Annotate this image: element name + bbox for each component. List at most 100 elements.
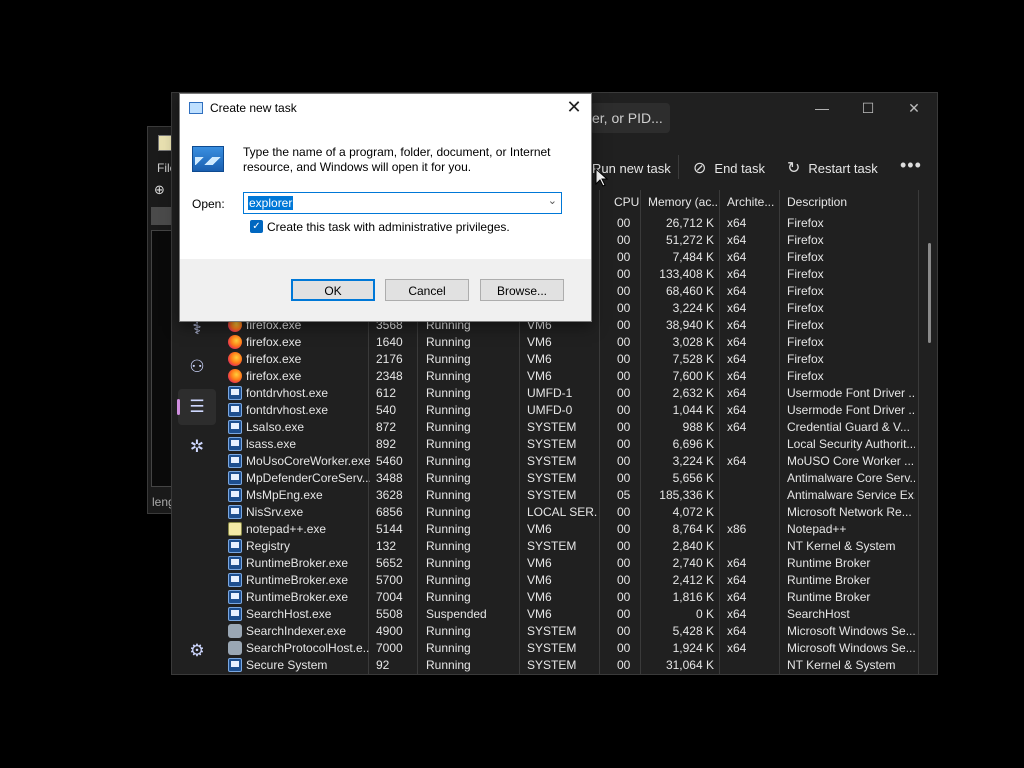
process-status: Suspended [426,607,487,621]
users-icon[interactable]: ⚇ [178,349,216,385]
process-name: MpDefenderCoreServ... [246,471,370,485]
process-memory: 133,408 K [659,267,714,281]
table-row[interactable]: MsMpEng.exe 3628 Running SYSTEM 05 185,336 K A… [216,486,936,503]
process-memory: 26,712 K [665,216,714,230]
table-row[interactable]: notepad++.exe 5144 Running VM6 00 8,764 K x86 N… [216,520,936,537]
process-name: Registry [246,539,291,553]
process-status: Running [426,522,471,536]
chevron-down-icon[interactable]: ⌄ [548,194,557,207]
process-description: Runtime Broker [787,556,871,570]
process-pid: 5508 [376,607,403,621]
app-icon [228,658,242,672]
process-description: Firefox [787,267,824,281]
process-description: Firefox [787,233,824,247]
process-name: lsass.exe [246,437,297,451]
ok-button[interactable]: OK [291,279,375,301]
process-memory: 2,840 K [672,539,714,553]
table-row[interactable]: fontdrvhost.exe 540 Running UMFD-0 00 1,044 K… [216,401,936,418]
table-row[interactable]: RuntimeBroker.exe 5700 Running VM6 00 2,412 K… [216,571,936,588]
table-row[interactable]: firefox.exe 1640 Running VM6 00 3,028 K x64 Fir… [216,333,936,350]
close-button[interactable]: ✕ [891,93,937,123]
open-combobox[interactable]: explorer ⌄ [243,192,562,214]
process-description: NT Kernel & System [787,539,896,553]
admin-privileges-label[interactable]: Create this task with administrative pri… [267,220,510,234]
process-description: Credential Guard & V... [787,420,910,434]
memory-column-header[interactable]: Memory (ac... [648,195,718,209]
settings-icon[interactable]: ⚙ [178,633,216,669]
process-name: firefox.exe [246,352,302,366]
process-architecture: x64 [727,301,747,315]
restart-task-button[interactable]: ↻ Restart task [787,153,878,183]
table-row[interactable]: NisSrv.exe 6856 Running LOCAL SER... 00 4,072… [216,503,936,520]
process-description: Firefox [787,250,824,264]
process-pid: 612 [376,386,397,400]
process-description: Antimalware Core Serv... [787,471,915,485]
process-description: Firefox [787,335,824,349]
process-description: Firefox [787,284,824,298]
app-icon [228,590,242,604]
process-cpu: 00 [617,335,631,349]
table-row[interactable]: firefox.exe 2176 Running VM6 00 7,528 K x64 Fir… [216,350,936,367]
process-pid: 540 [376,403,397,417]
firefox-icon [228,369,242,383]
toolbar-divider [678,155,679,179]
process-cpu: 00 [617,352,631,366]
table-row[interactable]: Registry 132 Running SYSTEM 00 2,840 K NT Kern… [216,537,936,554]
table-row[interactable]: MoUsoCoreWorker.exe 5460 Running SYSTEM 00 3,… [216,452,936,469]
app-icon [228,403,242,417]
process-memory: 51,272 K [665,233,714,247]
cancel-button[interactable]: Cancel [385,279,469,301]
maximize-button[interactable]: ☐ [845,93,891,123]
table-row[interactable]: SearchProtocolHost.e... 7000 Running SYSTEM… [216,639,936,656]
mouse-cursor-icon [595,168,609,187]
process-user: VM6 [527,590,552,604]
table-row[interactable]: Secure System 92 Running SYSTEM 00 31,064 K NT… [216,656,936,673]
table-row[interactable]: SearchIndexer.exe 4900 Running SYSTEM 00 5,42… [216,622,936,639]
process-description: Microsoft Windows Se... [787,624,915,638]
app-icon [228,573,242,587]
table-row[interactable]: RuntimeBroker.exe 7004 Running VM6 00 1,816 K… [216,588,936,605]
process-architecture: x64 [727,607,747,621]
table-row[interactable]: MpDefenderCoreServ... 3488 Running SYSTEM 00… [216,469,936,486]
architecture-column-header[interactable]: Archite... [727,195,779,209]
process-pid: 5144 [376,522,403,536]
process-user: SYSTEM [527,420,577,434]
services-icon[interactable]: ✲ [178,429,216,465]
process-pid: 6856 [376,505,403,519]
process-memory: 3,028 K [672,335,714,349]
create-new-task-dialog[interactable]: Create new task ✕ Type the name of a pro… [179,93,592,322]
process-cpu: 00 [617,250,631,264]
process-memory: 8,764 K [672,522,714,536]
search-box[interactable]: er, or PID... [590,103,670,133]
table-row[interactable]: lsass.exe 892 Running SYSTEM 00 6,696 K Local … [216,435,936,452]
table-row[interactable]: LsaIso.exe 872 Running SYSTEM 00 988 K x64 Cred… [216,418,936,435]
table-row[interactable]: fontdrvhost.exe 612 Running UMFD-1 00 2,632 K… [216,384,936,401]
browse-button[interactable]: Browse... [480,279,564,301]
dialog-close-button[interactable]: ✕ [563,97,585,118]
app-icon [228,556,242,570]
process-status: Running [426,590,471,604]
process-pid: 7000 [376,641,403,655]
process-memory: 0 K [695,607,714,621]
process-description: Usermode Font Driver ... [787,403,915,417]
scrollbar[interactable] [928,243,931,343]
open-label: Open: [192,197,225,211]
cpu-column-header[interactable]: CPU [614,195,639,209]
details-icon[interactable]: ☰ [178,389,216,425]
table-row[interactable]: RuntimeBroker.exe 5652 Running VM6 00 2,740 K… [216,554,936,571]
process-cpu: 00 [617,301,631,315]
admin-privileges-checkbox[interactable]: ✓ [250,220,263,233]
process-pid: 892 [376,437,397,451]
table-row[interactable]: firefox.exe 2348 Running VM6 00 7,600 K x64 Fir… [216,367,936,384]
more-options-button[interactable]: ••• [900,155,922,176]
end-task-button[interactable]: ⊘ End task [693,153,765,183]
process-user: UMFD-1 [527,386,573,400]
new-file-icon[interactable]: ⊕ [154,182,165,198]
minimize-button[interactable]: — [799,93,845,123]
process-architecture: x64 [727,267,747,281]
description-column-header[interactable]: Description [787,195,847,209]
process-name: notepad++.exe [246,522,327,536]
process-status: Running [426,573,471,587]
open-input[interactable]: explorer [248,196,294,210]
table-row[interactable]: SearchHost.exe 5508 Suspended VM6 00 0 K x64 Se… [216,605,936,622]
